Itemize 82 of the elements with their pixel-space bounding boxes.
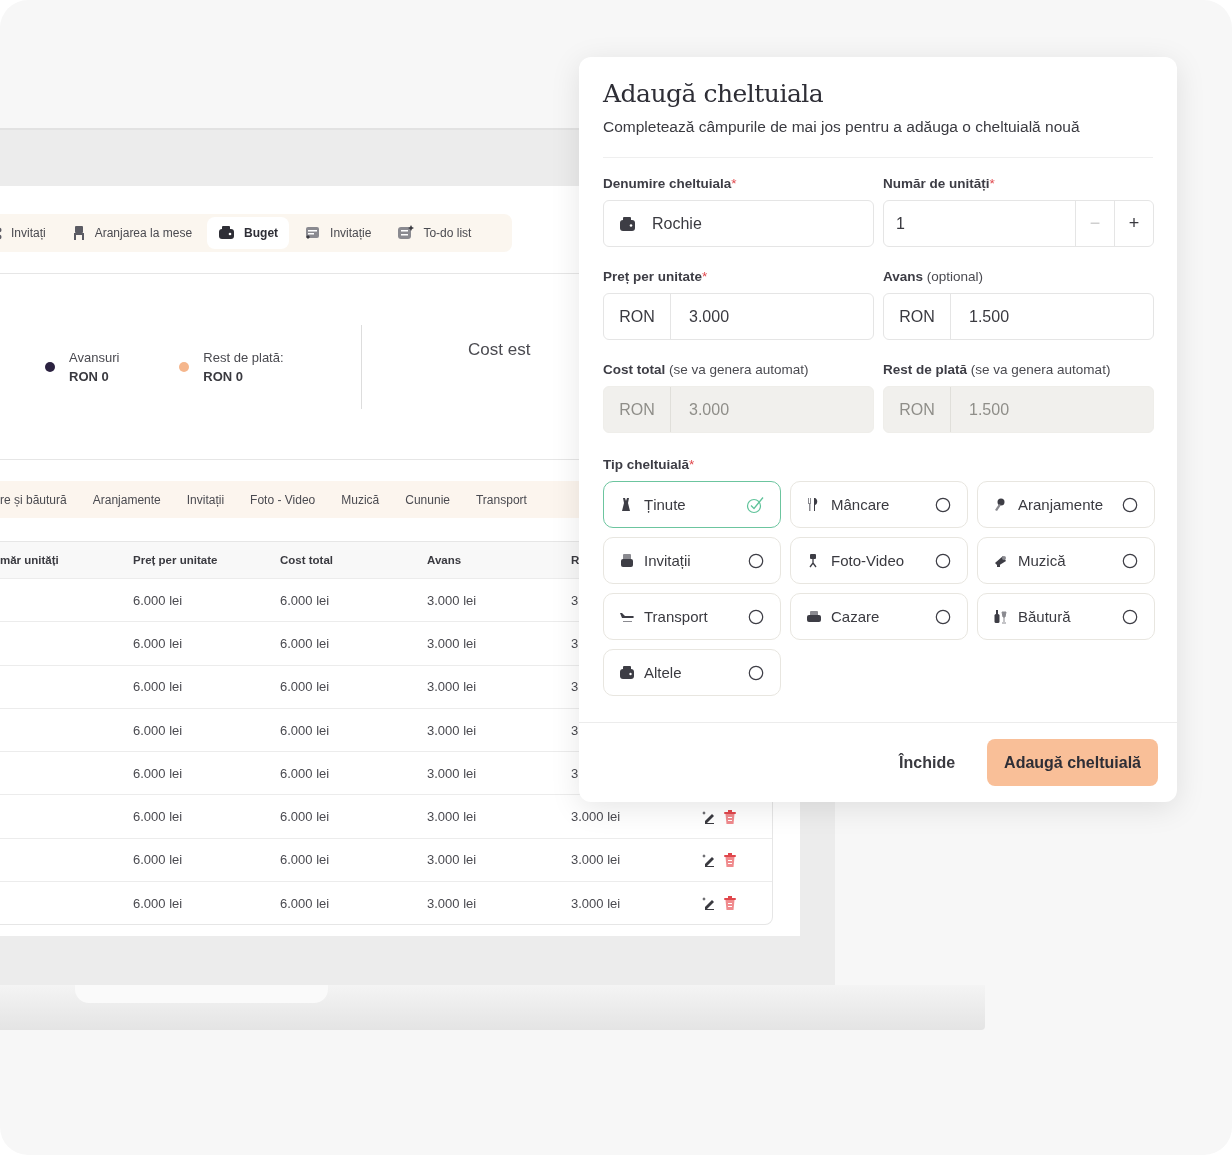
column-header: Avans — [427, 554, 462, 566]
cost-heading: Cost est — [468, 340, 531, 360]
field-label: Avans (optional) — [883, 269, 985, 284]
table-cell: 6.000 lei — [280, 809, 330, 825]
expense-type-option[interactable]: Foto-Video — [790, 537, 968, 584]
table-cell: 3.000 lei — [427, 852, 477, 868]
expense-type-option[interactable]: Ținute — [603, 481, 781, 528]
legend-label: Rest de plată: — [203, 349, 284, 365]
table-cell: 3.000 lei — [571, 809, 621, 825]
tab[interactable]: Aranjarea la mese — [60, 217, 204, 249]
expense-type-option[interactable]: Cazare — [790, 593, 968, 640]
column-header: Preț per unitate — [133, 554, 218, 566]
expense-type-option[interactable]: Mâncare — [790, 481, 968, 528]
table-cell: 6.000 lei — [133, 592, 183, 608]
table-cell: 3.000 lei — [427, 679, 477, 695]
category-tab[interactable]: Aranjamente — [79, 492, 174, 507]
table-cell: 3 — [571, 765, 579, 781]
table-cell: 6.000 lei — [133, 895, 183, 911]
submit-button[interactable]: Adaugă cheltuială — [987, 739, 1158, 786]
category-tab[interactable]: Invitații — [173, 492, 238, 507]
expense-type-option[interactable]: Transport — [603, 593, 781, 640]
legend-value: RON 0 — [69, 368, 110, 384]
table-cell: 3.000 lei — [427, 635, 477, 651]
table-cell: 6.000 lei — [280, 852, 330, 868]
table-cell: 6.000 lei — [280, 635, 330, 651]
tab[interactable]: Invitați — [0, 217, 57, 249]
category-tab[interactable]: Muzică — [328, 492, 393, 507]
column-header: măr unități — [0, 554, 59, 566]
expense-type-option[interactable]: Altele — [603, 649, 781, 696]
category-tab[interactable]: Transport — [463, 492, 540, 507]
table-cell: 6.000 lei — [280, 765, 330, 781]
tab[interactable]: Buget — [207, 217, 290, 249]
column-header: R — [571, 554, 580, 566]
tab[interactable]: Invitație — [293, 217, 383, 249]
table-cell: 3 — [571, 592, 579, 608]
currency-field: RON 1.500 — [883, 386, 1154, 433]
table-cell: 6.000 lei — [280, 722, 330, 738]
field-label: Număr de unități* — [883, 176, 996, 191]
category-tab[interactable]: Foto - Video — [237, 492, 329, 507]
field-label: Tip cheltuială* — [603, 457, 696, 472]
expense-type-option[interactable]: Aranjamente — [977, 481, 1155, 528]
field-label: Preț per unitate* — [603, 269, 709, 284]
table-cell: 3.000 lei — [571, 895, 621, 911]
category-tab[interactable]: Cununie — [392, 492, 463, 507]
field-label: Rest de plată (se va genera automat) — [883, 362, 1112, 377]
table-cell: 6.000 lei — [133, 679, 183, 695]
table-cell: 3 — [571, 722, 579, 738]
table-cell: 3.000 lei — [427, 895, 477, 911]
number-field[interactable]: 1 − + — [883, 200, 1154, 247]
table-cell: 3.000 lei — [571, 852, 621, 868]
expense-type-option[interactable]: Băutură — [977, 593, 1155, 640]
expense-type-option[interactable]: Invitații — [603, 537, 781, 584]
text-field[interactable]: Rochie — [603, 200, 874, 247]
table-cell: 3 — [571, 635, 579, 651]
table-cell: 6.000 lei — [280, 592, 330, 608]
tab[interactable]: To-do list — [386, 217, 483, 249]
currency-field[interactable]: RON 3.000 — [603, 293, 874, 340]
field-label: Cost total (se va genera automat) — [603, 362, 810, 377]
table-cell: 6.000 lei — [133, 722, 183, 738]
table-cell: 3.000 lei — [427, 809, 477, 825]
table-cell: 3 — [571, 679, 579, 695]
dialog-title: Adaugă cheltuiala — [603, 79, 825, 108]
close-button[interactable]: Închide — [893, 752, 962, 773]
category-tab[interactable]: re și băutură — [0, 492, 80, 507]
table-cell: 3.000 lei — [427, 765, 477, 781]
table-cell: 6.000 lei — [133, 852, 183, 868]
table-cell: 3.000 lei — [427, 722, 477, 738]
dialog-subtitle: Completează câmpurile de mai jos pentru a adăuga o cheltuială nouă — [603, 118, 1081, 136]
column-header: Cost total — [280, 554, 334, 566]
currency-field[interactable]: RON 1.500 — [883, 293, 1154, 340]
legend-label: Avansuri — [69, 349, 120, 365]
expense-type-option[interactable]: Muzică — [977, 537, 1155, 584]
table-cell: 6.000 lei — [133, 635, 183, 651]
table-cell: 6.000 lei — [133, 809, 183, 825]
table-cell: 3.000 lei — [427, 592, 477, 608]
increment-button[interactable]: + — [1114, 201, 1153, 246]
field-label: Denumire cheltuiala* — [603, 176, 738, 191]
table-cell: 6.000 lei — [133, 765, 183, 781]
legend-value: RON 0 — [203, 368, 245, 384]
table-cell: 6.000 lei — [280, 679, 330, 695]
table-cell: 6.000 lei — [280, 895, 330, 911]
currency-field: RON 3.000 — [603, 386, 874, 433]
